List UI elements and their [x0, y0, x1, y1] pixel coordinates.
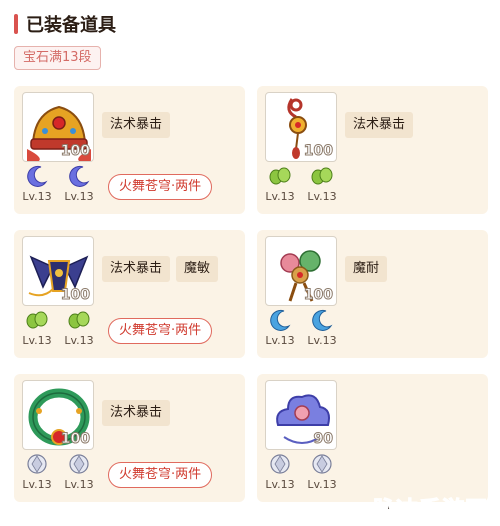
item-slot[interactable]: 100: [265, 236, 337, 306]
gem-slots: Lv.13 Lv.13: [261, 452, 341, 491]
page-title: 已装备道具: [26, 15, 116, 36]
equipment-card-3[interactable]: 100 法术暴击 魔敏 Lv.13 Lv.13 火舞苍穹·两件: [14, 230, 245, 358]
gem-slot[interactable]: Lv.13: [261, 452, 299, 491]
diamond-gem-icon: [69, 454, 89, 474]
gem-slot[interactable]: Lv.13: [303, 164, 341, 203]
gem-level-tag: 宝石满13段: [14, 46, 101, 70]
attr-chip: 法术暴击: [102, 112, 171, 138]
attr-chip: 魔敏: [176, 256, 219, 282]
leaf-gem-icon: [68, 311, 90, 329]
gem-slot[interactable]: Lv.13: [18, 452, 56, 491]
item-slot[interactable]: 100: [22, 236, 94, 306]
item-slot[interactable]: 100: [22, 380, 94, 450]
moon-gem-icon: [69, 165, 89, 187]
site-watermark: 脉冲手游网: [372, 498, 488, 524]
gem-slots: Lv.13 Lv.13: [261, 308, 341, 347]
gem-slot[interactable]: Lv.13: [261, 308, 299, 347]
gem-slot[interactable]: Lv.13: [18, 308, 56, 347]
item-level: 100: [60, 431, 90, 448]
gem-slot[interactable]: Lv.13: [18, 164, 56, 203]
gem-level: Lv.13: [64, 478, 94, 491]
gem-slot[interactable]: Lv.13: [303, 308, 341, 347]
item-level: 90: [313, 431, 334, 448]
moon-gem-icon: [27, 165, 47, 187]
gem-level: Lv.13: [64, 334, 94, 347]
gem-slots: Lv.13 Lv.13: [261, 164, 341, 203]
gem-level: Lv.13: [307, 334, 337, 347]
attr-list: 法术暴击: [345, 112, 414, 138]
equipment-card-2[interactable]: 100 法术暴击 Lv.13 Lv.13: [257, 86, 488, 214]
item-level: 100: [303, 287, 333, 304]
gem-level: Lv.13: [22, 190, 52, 203]
leaf-gem-icon: [269, 167, 291, 185]
attr-list: 法术暴击: [102, 400, 171, 426]
gem-slot[interactable]: Lv.13: [60, 452, 98, 491]
gem-slot[interactable]: Lv.13: [60, 308, 98, 347]
gem-level: Lv.13: [265, 190, 295, 203]
diamond-gem-icon: [270, 454, 290, 474]
gem-slots: Lv.13 Lv.13: [18, 452, 98, 491]
attr-chip: 法术暴击: [345, 112, 414, 138]
gem-level: Lv.13: [265, 478, 295, 491]
header-accent-bar: [14, 14, 18, 34]
set-bonus-badge[interactable]: 火舞苍穹·两件: [108, 174, 213, 200]
moon-gem-icon: [270, 309, 290, 331]
item-slot[interactable]: 100: [265, 92, 337, 162]
gem-level: Lv.13: [22, 334, 52, 347]
gem-level: Lv.13: [307, 478, 337, 491]
gem-level: Lv.13: [265, 334, 295, 347]
attr-chip: 法术暴击: [102, 256, 171, 282]
diamond-gem-icon: [312, 454, 332, 474]
moon-gem-icon: [312, 309, 332, 331]
item-level: 100: [60, 287, 90, 304]
gem-slot[interactable]: Lv.13: [261, 164, 299, 203]
item-level: 100: [60, 143, 90, 160]
gem-level: Lv.13: [64, 190, 94, 203]
gem-level: Lv.13: [307, 190, 337, 203]
gem-slots: Lv.13 Lv.13: [18, 308, 98, 347]
leaf-gem-icon: [26, 311, 48, 329]
equipment-card-5[interactable]: 100 法术暴击 Lv.13 Lv.13 火舞苍穹·两件: [14, 374, 245, 502]
leaf-gem-icon: [311, 167, 333, 185]
attr-list: 法术暴击: [102, 112, 171, 138]
gem-level: Lv.13: [22, 478, 52, 491]
item-slot[interactable]: 90: [265, 380, 337, 450]
attr-chip: 法术暴击: [102, 400, 171, 426]
section-header: 已装备道具: [14, 12, 116, 36]
equipment-card-6[interactable]: 90 Lv.13 Lv.13: [257, 374, 488, 502]
gem-slot[interactable]: Lv.13: [60, 164, 98, 203]
gem-slots: Lv.13 Lv.13: [18, 164, 98, 203]
attr-list: 法术暴击 魔敏: [102, 256, 219, 282]
set-bonus-badge[interactable]: 火舞苍穹·两件: [108, 462, 213, 488]
attr-list: 魔耐: [345, 256, 388, 282]
attr-chip: 魔耐: [345, 256, 388, 282]
gem-slot[interactable]: Lv.13: [303, 452, 341, 491]
item-level: 100: [303, 143, 333, 160]
equipment-card-4[interactable]: 100 魔耐 Lv.13 Lv.13: [257, 230, 488, 358]
set-bonus-badge[interactable]: 火舞苍穹·两件: [108, 318, 213, 344]
item-slot[interactable]: 100: [22, 92, 94, 162]
equipment-card-1[interactable]: 100 法术暴击 Lv.13 Lv.13 火舞苍穹·两件: [14, 86, 245, 214]
diamond-gem-icon: [27, 454, 47, 474]
